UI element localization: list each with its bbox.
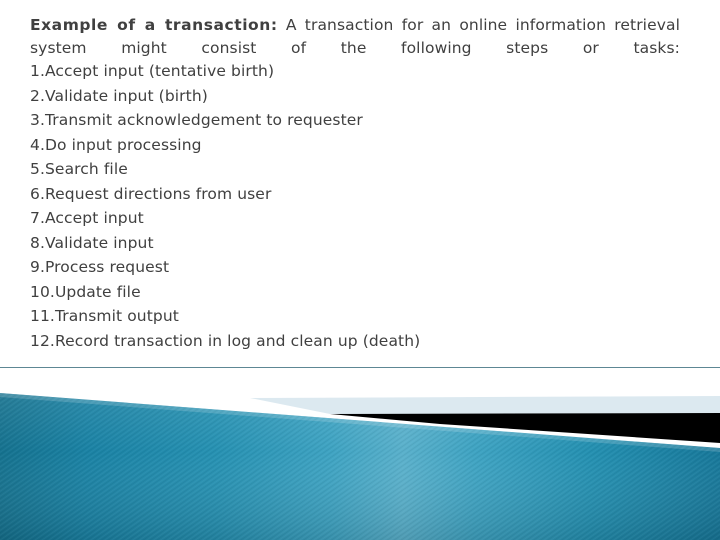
step-item-label: 9.Process request: [30, 258, 170, 276]
step-item: 10.Update file: [30, 280, 680, 305]
step-item: 4.Do input processing: [30, 133, 680, 158]
step-item-label: 4.Do input processing: [30, 135, 202, 154]
step-item: 8.Validate input: [30, 231, 680, 256]
step-item: 2.Validate input (birth): [30, 84, 680, 109]
step-item: 1.Accept input (tentative birth): [30, 59, 680, 84]
pale-blue-wedge: [250, 396, 720, 414]
step-item-label: 3.Transmit acknowledgement to requester: [30, 111, 363, 129]
step-item-label: 2.Validate input (birth): [30, 86, 208, 105]
step-item: 9.Process request: [30, 255, 680, 280]
transaction-steps-list: 1.Accept input (tentative birth) 2.Valida…: [30, 59, 680, 353]
step-item: 12.Record transaction in log and clean u…: [30, 329, 680, 354]
step-item-label: 1.Accept input (tentative birth): [30, 62, 275, 80]
horizontal-divider-rule: [0, 367, 720, 368]
step-item: 3.Transmit acknowledgement to requester: [30, 108, 680, 133]
step-item-label: 8.Validate input: [30, 233, 154, 252]
teal-edge-highlight: [0, 393, 720, 452]
step-item: 7.Accept input: [30, 206, 680, 231]
step-item-label: 7.Accept input: [30, 209, 144, 227]
intro-lead-in: Example of a transaction:: [30, 16, 278, 34]
step-item-label: 6.Request directions from user: [30, 184, 272, 203]
step-item-label: 10.Update file: [30, 282, 141, 301]
intro-paragraph: Example of a transaction: A transaction …: [30, 14, 680, 59]
step-item-label: 5.Search file: [30, 160, 128, 178]
step-item-label: 11.Transmit output: [30, 307, 179, 325]
slide: Example of a transaction: A transaction …: [0, 0, 720, 540]
step-item-label: 12.Record transaction in log and clean u…: [30, 331, 421, 350]
slide-body: Example of a transaction: A transaction …: [30, 14, 680, 353]
step-item: 6.Request directions from user: [30, 182, 680, 207]
black-wedge: [330, 413, 720, 443]
step-item: 5.Search file: [30, 157, 680, 182]
step-item: 11.Transmit output: [30, 304, 680, 329]
